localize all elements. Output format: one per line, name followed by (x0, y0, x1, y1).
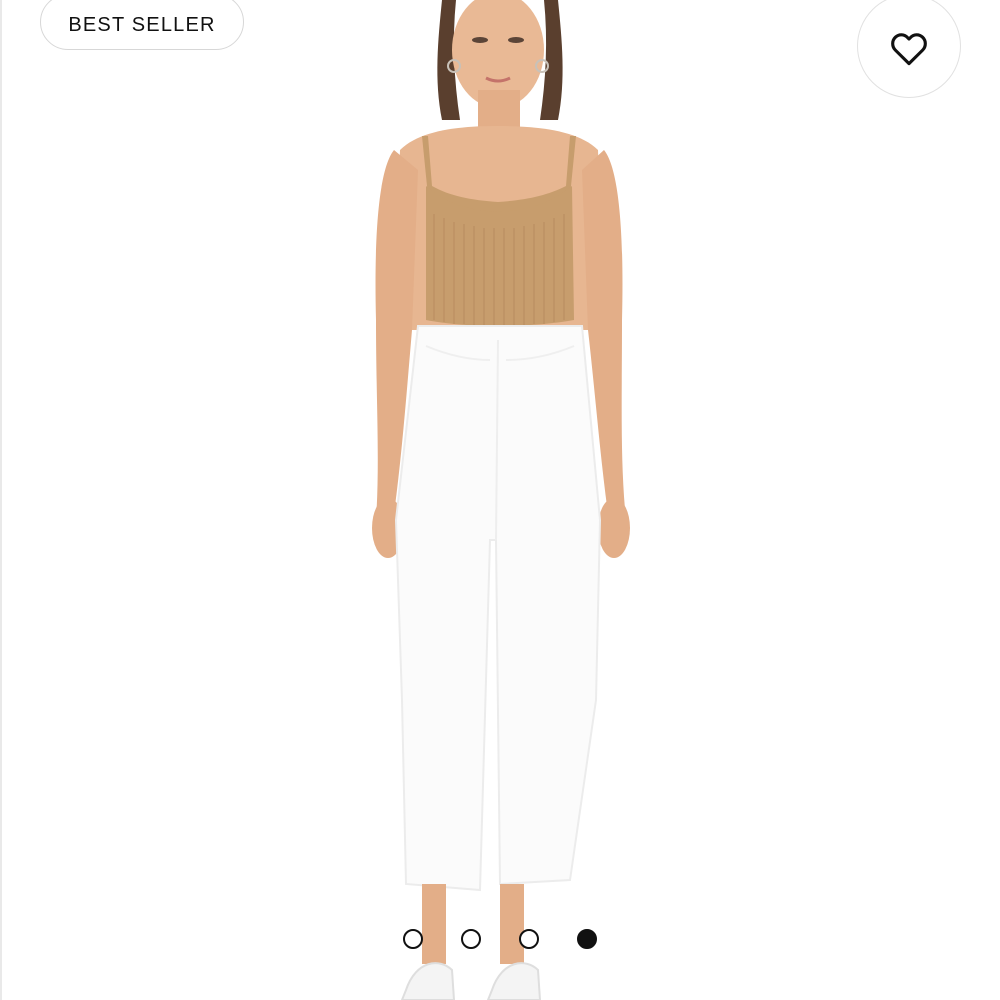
carousel-pagination (0, 927, 1000, 951)
divider (0, 0, 2, 1000)
favorite-button[interactable] (857, 0, 961, 98)
best-seller-badge: BEST SELLER (40, 0, 244, 50)
product-image[interactable] (330, 0, 670, 1000)
carousel-dot-3[interactable] (519, 929, 539, 949)
carousel-dot-2[interactable] (461, 929, 481, 949)
carousel-dot-1[interactable] (403, 929, 423, 949)
heart-outline-icon (891, 33, 927, 66)
badge-label: BEST SELLER (68, 13, 216, 36)
carousel-dot-4[interactable] (577, 929, 597, 949)
product-image-viewer: BEST SELLER (0, 0, 1000, 1000)
